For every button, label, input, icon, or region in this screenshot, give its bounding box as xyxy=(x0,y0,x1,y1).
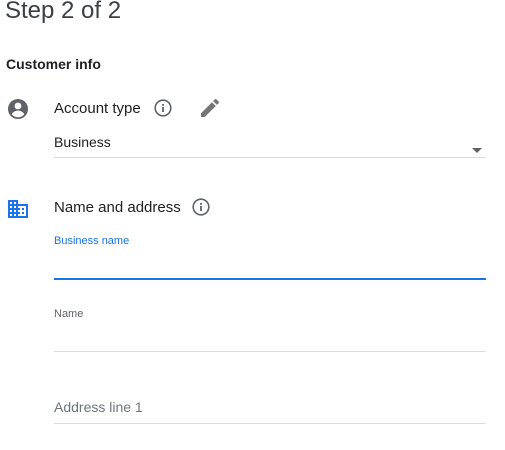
account-type-label: Account type xyxy=(54,100,141,117)
building-icon xyxy=(6,197,30,221)
section-title: Customer info xyxy=(6,56,101,72)
address-line-1-input[interactable] xyxy=(54,394,486,420)
edit-pencil-icon[interactable] xyxy=(198,96,222,120)
dropdown-arrow-icon xyxy=(472,141,482,153)
business-name-underline xyxy=(54,278,486,280)
name-field: Name xyxy=(54,306,486,354)
address-line-1-field xyxy=(54,394,486,426)
name-input[interactable] xyxy=(54,324,486,350)
account-type-select[interactable]: Business xyxy=(54,127,486,158)
business-name-label: Business name xyxy=(54,235,130,247)
name-underline xyxy=(54,351,486,352)
account-type-value: Business xyxy=(54,134,111,150)
name-and-address-label: Name and address xyxy=(54,199,181,216)
account-circle-icon xyxy=(6,97,30,121)
step-title: Step 2 of 2 xyxy=(5,0,122,24)
business-name-input[interactable] xyxy=(54,251,486,277)
name-label: Name xyxy=(54,308,84,320)
address-line-1-underline xyxy=(54,423,486,424)
account-type-info-icon[interactable] xyxy=(153,98,173,118)
name-and-address-info-icon[interactable] xyxy=(191,197,211,217)
business-name-field: Business name xyxy=(54,233,486,281)
